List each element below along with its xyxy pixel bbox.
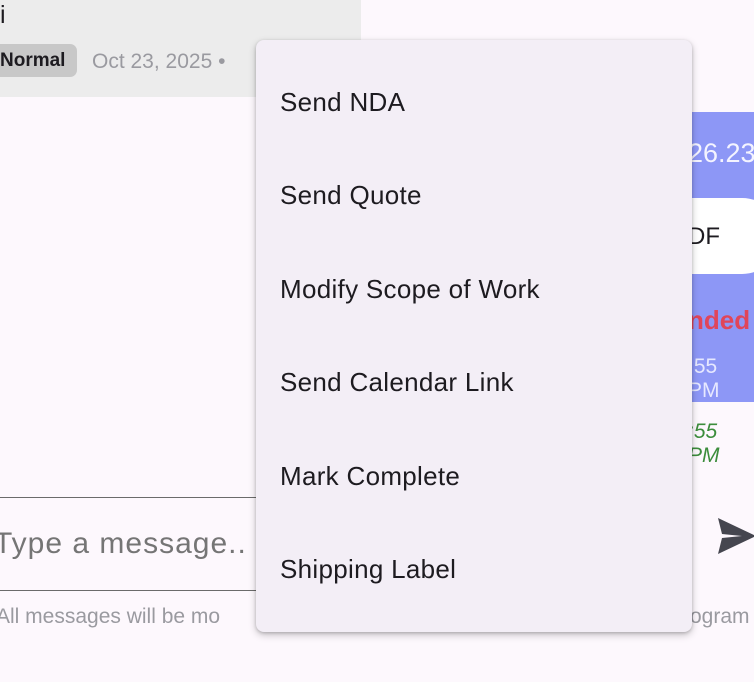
pdf-button-label: DF <box>688 223 720 250</box>
outgoing-time: :55 PM <box>688 355 720 402</box>
message-date: Oct 23, 2025 • <box>92 50 226 73</box>
menu-item-mark-complete[interactable]: Mark Complete <box>256 430 692 523</box>
menu-item-send-quote[interactable]: Send Quote <box>256 149 692 242</box>
send-icon[interactable] <box>716 514 754 558</box>
outgoing-amount: 26.23 <box>688 138 754 168</box>
menu-item-modify-scope[interactable]: Modify Scope of Work <box>256 243 692 336</box>
outgoing-delivered-time: :55 PM <box>688 420 720 467</box>
composer-divider-top <box>0 497 270 498</box>
message-input[interactable] <box>0 526 286 562</box>
outgoing-status: nded <box>688 305 751 335</box>
priority-badge: Normal <box>0 44 78 77</box>
menu-item-shipping-label[interactable]: Shipping Label <box>256 523 692 616</box>
moderation-note: All messages will be mo <box>0 605 221 628</box>
moderation-note-tail: ogram <box>690 605 750 628</box>
menu-item-send-calendar-link[interactable]: Send Calendar Link <box>256 336 692 429</box>
menu-item-send-nda[interactable]: Send NDA <box>256 56 692 149</box>
actions-menu: Send NDA Send Quote Modify Scope of Work… <box>256 40 692 632</box>
message-text: i <box>0 1 6 29</box>
composer-underline <box>0 590 270 591</box>
